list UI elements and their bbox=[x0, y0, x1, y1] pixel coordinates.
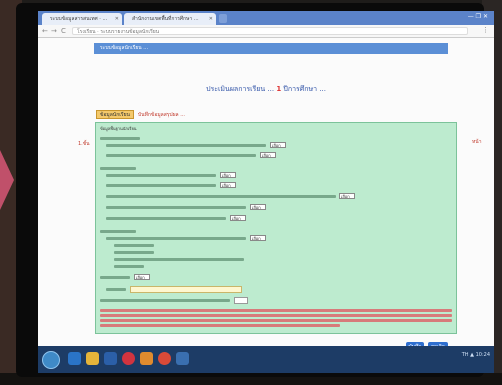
browser-tab-bar: ระบบข้อมูลสารสนเทศ · ... ✕ สำนักงานเขตพื… bbox=[38, 11, 494, 25]
field-label bbox=[106, 237, 246, 240]
new-tab-button[interactable] bbox=[219, 14, 227, 23]
title-highlight: 1 bbox=[276, 85, 282, 93]
word-icon[interactable] bbox=[104, 352, 117, 365]
firefox-icon[interactable] bbox=[140, 352, 153, 365]
option-label bbox=[114, 265, 144, 268]
select-dropdown[interactable]: เลือก bbox=[220, 172, 236, 178]
ie-icon[interactable] bbox=[68, 352, 81, 365]
option-label bbox=[114, 258, 244, 261]
tab-summary[interactable]: บันทึกข้อมูลสรุปผล ... bbox=[138, 111, 185, 119]
chrome-icon[interactable] bbox=[158, 352, 171, 365]
section-label bbox=[100, 167, 136, 170]
option-label bbox=[114, 244, 154, 247]
page-title: ประเมินผลการเรียน ... 1 ปีการศึกษา ... bbox=[38, 84, 494, 95]
close-icon[interactable]: ✕ bbox=[209, 13, 213, 25]
tab-title: สำนักงานเขตพื้นที่การศึกษา ... bbox=[132, 16, 199, 22]
select-dropdown[interactable]: เลือก bbox=[220, 182, 236, 188]
side-label-left: 1.ชั้น bbox=[78, 141, 90, 147]
start-button[interactable] bbox=[42, 351, 60, 369]
note-text bbox=[100, 309, 452, 312]
close-icon[interactable]: ✕ bbox=[115, 13, 119, 25]
select-dropdown[interactable]: เลือก bbox=[339, 193, 355, 199]
tab-student-info[interactable]: ข้อมูลนักเรียน bbox=[96, 110, 134, 119]
field-label bbox=[106, 184, 216, 187]
text-input[interactable] bbox=[130, 286, 242, 293]
field-label bbox=[106, 217, 226, 220]
title-main: ประเมินผลการเรียน ... bbox=[206, 85, 275, 93]
side-label-right: หน้า bbox=[472, 139, 482, 145]
note-text bbox=[100, 314, 452, 317]
app-icon[interactable] bbox=[176, 352, 189, 365]
url-field[interactable]: โรงเรียน · ระบบรายงานข้อมูลนักเรียน bbox=[72, 27, 468, 35]
web-page: ระบบข้อมูลนักเรียน ... ประเมินผลการเรียน… bbox=[38, 38, 494, 352]
forward-icon[interactable]: → bbox=[51, 26, 57, 36]
browser-tab[interactable]: ระบบข้อมูลสารสนเทศ · ... ✕ bbox=[42, 13, 122, 25]
section-label bbox=[100, 137, 140, 140]
select-dropdown[interactable]: เลือก bbox=[250, 204, 266, 210]
field-label bbox=[106, 144, 266, 147]
arrow-shape bbox=[0, 150, 14, 210]
windows-taskbar: TH ▲ 10:24 bbox=[38, 346, 494, 373]
note-text bbox=[100, 319, 452, 322]
number-input[interactable] bbox=[234, 297, 248, 304]
select-dropdown[interactable]: เลือก bbox=[250, 235, 266, 241]
back-icon[interactable]: ← bbox=[42, 26, 48, 36]
opera-icon[interactable] bbox=[122, 352, 135, 365]
section-label bbox=[100, 276, 130, 279]
field-label bbox=[106, 195, 336, 198]
form-heading: ข้อมูลพื้นฐานนักเรียน bbox=[100, 126, 137, 131]
folder-icon[interactable] bbox=[86, 352, 99, 365]
student-form: ข้อมูลพื้นฐานนักเรียน เลือก เลือก เลือก … bbox=[95, 122, 457, 334]
monitor-screen: ระบบข้อมูลสารสนเทศ · ... ✕ สำนักงานเขตพื… bbox=[38, 11, 494, 373]
field-label bbox=[100, 299, 230, 302]
monitor-bezel: ระบบข้อมูลสารสนเทศ · ... ✕ สำนักงานเขตพื… bbox=[16, 3, 494, 377]
field-label bbox=[106, 174, 216, 177]
window-controls[interactable]: — ❐ ✕ bbox=[468, 13, 488, 20]
address-bar-row: ← → C โรงเรียน · ระบบรายงานข้อมูลนักเรีย… bbox=[38, 25, 494, 38]
field-label bbox=[106, 154, 256, 157]
section-label bbox=[100, 230, 136, 233]
field-label bbox=[106, 288, 126, 291]
title-suffix: ปีการศึกษา ... bbox=[283, 85, 326, 93]
tab-title: ระบบข้อมูลสารสนเทศ · ... bbox=[50, 16, 108, 22]
select-dropdown[interactable]: เลือก bbox=[230, 215, 246, 221]
menu-icon[interactable]: ⋮ bbox=[482, 26, 489, 34]
reload-icon[interactable]: C bbox=[61, 26, 66, 36]
browser-tab-active[interactable]: สำนักงานเขตพื้นที่การศึกษา ... ✕ bbox=[124, 13, 216, 25]
select-dropdown[interactable]: เลือก bbox=[270, 142, 286, 148]
panel-header: ระบบข้อมูลนักเรียน ... bbox=[94, 43, 448, 54]
select-dropdown[interactable]: เลือก bbox=[134, 274, 150, 280]
field-label bbox=[106, 206, 246, 209]
system-tray[interactable]: TH ▲ 10:24 bbox=[462, 352, 490, 358]
option-label bbox=[114, 251, 154, 254]
note-text bbox=[100, 324, 340, 327]
select-dropdown[interactable]: เลือก bbox=[260, 152, 276, 158]
